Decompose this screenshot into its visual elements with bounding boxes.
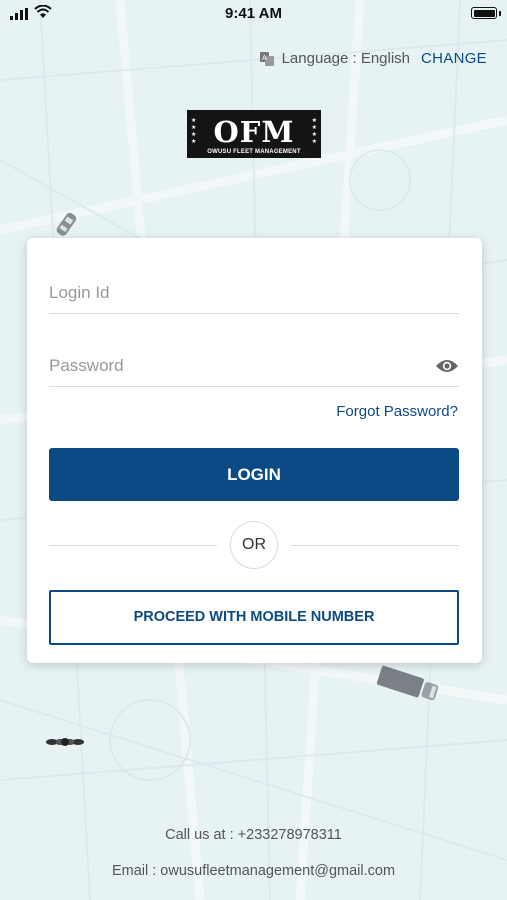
- logo-text: OFM: [213, 115, 295, 149]
- password-field: [49, 346, 459, 387]
- battery-tip: [499, 11, 501, 16]
- language-row: A Language : English CHANGE: [259, 50, 487, 67]
- language-label: Language : English: [281, 50, 411, 67]
- car-icon: [56, 212, 77, 236]
- call-us-text[interactable]: Call us at : +233278978311: [0, 827, 507, 843]
- login-id-field: [49, 273, 459, 314]
- or-divider-right: [291, 545, 459, 546]
- login-id-input[interactable]: [49, 273, 459, 313]
- login-card: Forgot Password? LOGIN OR PROCEED WITH M…: [27, 238, 482, 663]
- translate-icon: A: [259, 51, 274, 66]
- password-input[interactable]: [49, 346, 459, 386]
- company-logo: ★ ★ ★ ★ OFM ★ ★ ★ ★ OWUSU FLEET MANAGEMENT: [187, 110, 321, 158]
- logo-stars-right: ★ ★ ★ ★: [311, 118, 317, 145]
- status-time: 9:41 AM: [225, 5, 282, 22]
- proceed-with-mobile-button[interactable]: PROCEED WITH MOBILE NUMBER: [49, 590, 459, 645]
- svg-text:A: A: [262, 55, 267, 62]
- logo-subtitle: OWUSU FLEET MANAGEMENT: [207, 149, 301, 155]
- status-bar: 9:41 AM: [0, 0, 507, 28]
- or-divider-left: [49, 545, 217, 546]
- login-button[interactable]: LOGIN: [49, 448, 459, 501]
- email-text[interactable]: Email : owusufleetmanagement@gmail.com: [0, 863, 507, 879]
- eye-icon[interactable]: [435, 358, 459, 374]
- truck-icon: [376, 665, 439, 701]
- forgot-password-link[interactable]: Forgot Password?: [336, 403, 458, 420]
- battery-icon: [471, 7, 497, 19]
- motorbike-icon: [46, 738, 84, 746]
- change-language-button[interactable]: CHANGE: [421, 50, 487, 67]
- or-label: OR: [230, 521, 278, 569]
